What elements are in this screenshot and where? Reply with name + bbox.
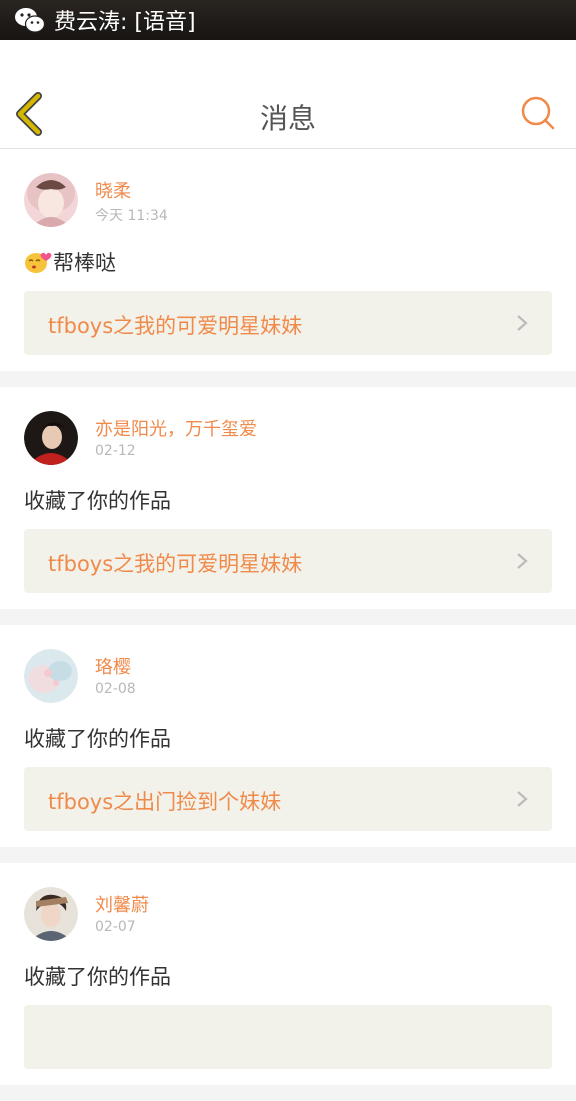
sender-name[interactable]: 亦是阳光，万千玺爱 xyxy=(95,415,257,441)
message-list: 晓柔 今天 11:34 帮棒哒 tfboys之我的可爱明星妹妹 亦是阳光，万千玺… xyxy=(0,149,576,1101)
message-time: 02-08 xyxy=(95,681,136,697)
work-title: tfboys之出门捡到个妹妹 xyxy=(48,790,282,814)
message-text: 收藏了你的作品 xyxy=(24,727,171,751)
sender-name[interactable]: 晓柔 xyxy=(95,177,131,203)
search-icon[interactable] xyxy=(520,95,556,131)
message-card: 晓柔 今天 11:34 帮棒哒 tfboys之我的可爱明星妹妹 xyxy=(0,149,576,371)
message-time: 02-12 xyxy=(95,443,136,459)
work-link[interactable]: tfboys之出门捡到个妹妹 xyxy=(24,767,552,831)
message-text: 收藏了你的作品 xyxy=(24,965,171,989)
kiss-emoji-icon xyxy=(25,252,52,273)
message-time: 02-07 xyxy=(95,919,136,935)
work-link[interactable] xyxy=(24,1005,552,1069)
work-title: tfboys之我的可爱明星妹妹 xyxy=(48,314,303,338)
work-link[interactable]: tfboys之我的可爱明星妹妹 xyxy=(24,291,552,355)
chevron-right-icon xyxy=(517,315,528,331)
wechat-icon xyxy=(15,8,46,33)
app-header: 消息 xyxy=(0,40,576,149)
user-avatar[interactable] xyxy=(24,649,78,703)
message-text-label: 帮棒哒 xyxy=(53,251,116,275)
user-avatar[interactable] xyxy=(24,411,78,465)
chevron-right-icon xyxy=(517,791,528,807)
sender-name[interactable]: 珞樱 xyxy=(95,653,131,679)
page-title: 消息 xyxy=(259,102,316,135)
chevron-right-icon xyxy=(517,553,528,569)
notification-bar: 费云涛: [语音] xyxy=(0,0,576,40)
message-card: 刘馨蔚 02-07 收藏了你的作品 xyxy=(0,863,576,1085)
work-link[interactable]: tfboys之我的可爱明星妹妹 xyxy=(24,529,552,593)
sender-name[interactable]: 刘馨蔚 xyxy=(95,891,149,917)
notification-text: 费云涛: [语音] xyxy=(54,10,196,35)
message-card: 亦是阳光，万千玺爱 02-12 收藏了你的作品 tfboys之我的可爱明星妹妹 xyxy=(0,387,576,609)
message-text: 收藏了你的作品 xyxy=(24,489,171,513)
message-card: 珞樱 02-08 收藏了你的作品 tfboys之出门捡到个妹妹 xyxy=(0,625,576,847)
work-title: tfboys之我的可爱明星妹妹 xyxy=(48,552,303,576)
message-time: 今天 11:34 xyxy=(95,208,168,224)
user-avatar[interactable] xyxy=(24,173,78,227)
user-avatar[interactable] xyxy=(24,887,78,941)
message-text: 帮棒哒 xyxy=(24,247,116,277)
